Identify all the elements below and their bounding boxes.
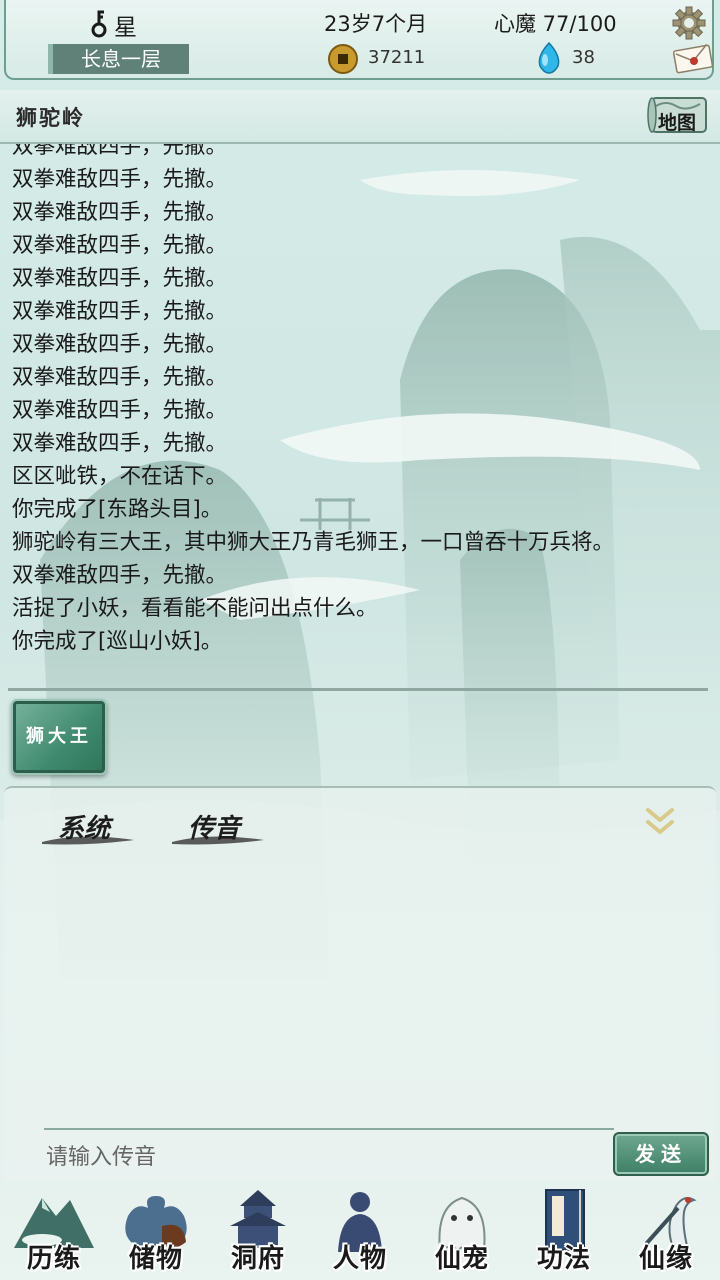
nav-item-skills[interactable]: 功法 <box>514 1180 614 1280</box>
log-line: 双拳难敌四手，先撤。 <box>12 144 228 159</box>
spirit-stone-count: 38 <box>572 47 595 68</box>
nav-item-fortune[interactable]: 仙缘 <box>616 1180 716 1280</box>
input-underline <box>44 1128 614 1130</box>
nav-label-pet: 仙宠 <box>434 1244 489 1274</box>
log-line: 狮驼岭有三大王，其中狮大王乃青毛狮王，一口曾吞十万兵将。 <box>12 530 615 555</box>
chevron-double-down-icon[interactable] <box>640 804 680 838</box>
nav-label-training: 历练 <box>26 1244 81 1274</box>
log-line: 区区呲铁，不在话下。 <box>12 464 228 489</box>
gear-icon[interactable] <box>672 6 706 40</box>
nav-label-storage: 储物 <box>128 1244 183 1274</box>
tab-whisper[interactable]: 传音 <box>172 808 264 845</box>
nav-item-pet[interactable]: 仙宠 <box>412 1180 512 1280</box>
send-button[interactable]: 发送 <box>613 1132 709 1176</box>
npc-lion-king-button[interactable]: 狮大王 <box>11 699 107 775</box>
message-log[interactable]: 双拳难敌四手，先撤。 双拳难敌四手，先撤。 双拳难敌四手，先撤。 双拳难敌四手，… <box>0 144 708 688</box>
tab-whisper-label: 传音 <box>188 814 241 844</box>
map-label: 地图 <box>658 112 697 134</box>
log-line: 你完成了[东路头目]。 <box>12 497 223 522</box>
log-line: 双拳难敌四手，先撤。 <box>12 266 228 291</box>
log-line: 双拳难敌四手，先撤。 <box>12 398 228 423</box>
tab-system[interactable]: 系统 <box>42 808 134 845</box>
nav-item-training[interactable]: 历练 <box>4 1180 104 1280</box>
map-button[interactable]: 地图 <box>646 92 712 138</box>
log-line: 双拳难敌四手，先撤。 <box>12 332 228 357</box>
log-line: 你完成了[巡山小妖]。 <box>12 629 223 654</box>
log-line: 活捉了小妖，看看能不能问出点什么。 <box>12 596 378 621</box>
nav-label-character: 人物 <box>332 1244 387 1274</box>
character-age: 23岁7个月 <box>324 12 428 36</box>
status-bar: 星 长息一层 23岁7个月 心魔 77/100 37211 38 <box>4 0 714 80</box>
log-line: 双拳难敌四手，先撤。 <box>12 299 228 324</box>
heart-demon-counter: 心魔 77/100 <box>494 12 617 36</box>
mail-icon[interactable] <box>672 44 714 74</box>
location-bar: 狮驼岭 地图 <box>0 90 720 144</box>
nav-item-character[interactable]: 人物 <box>310 1180 410 1280</box>
copper-coin-icon <box>328 44 358 74</box>
whisper-input[interactable] <box>44 1138 608 1176</box>
log-divider <box>8 688 708 691</box>
copper-coin-count: 37211 <box>368 47 426 68</box>
tab-system-label: 系统 <box>58 814 111 844</box>
nav-item-cave[interactable]: 洞府 <box>208 1180 308 1280</box>
cultivation-realm: 长息一层 <box>48 44 189 74</box>
nav-label-skills: 功法 <box>536 1244 591 1274</box>
log-line: 双拳难敌四手，先撤。 <box>12 431 228 456</box>
key-icon <box>91 10 107 38</box>
nav-label-cave: 洞府 <box>230 1244 285 1274</box>
log-line: 双拳难敌四手，先撤。 <box>12 167 228 192</box>
location-name: 狮驼岭 <box>16 106 85 130</box>
chat-panel: 系统 传音 发送 <box>4 786 716 1180</box>
log-line: 双拳难敌四手，先撤。 <box>12 233 228 258</box>
nav-item-storage[interactable]: 储物 <box>106 1180 206 1280</box>
character-name: 星 <box>114 15 137 41</box>
nav-label-fortune: 仙缘 <box>638 1244 693 1274</box>
log-line: 双拳难敌四手，先撤。 <box>12 563 228 588</box>
bottom-nav: 历练 储物 洞府 人物 仙宠 功法 仙缘 <box>0 1180 720 1280</box>
log-line: 双拳难敌四手，先撤。 <box>12 200 228 225</box>
spirit-stone-icon <box>538 42 560 74</box>
log-line: 双拳难敌四手，先撤。 <box>12 365 228 390</box>
